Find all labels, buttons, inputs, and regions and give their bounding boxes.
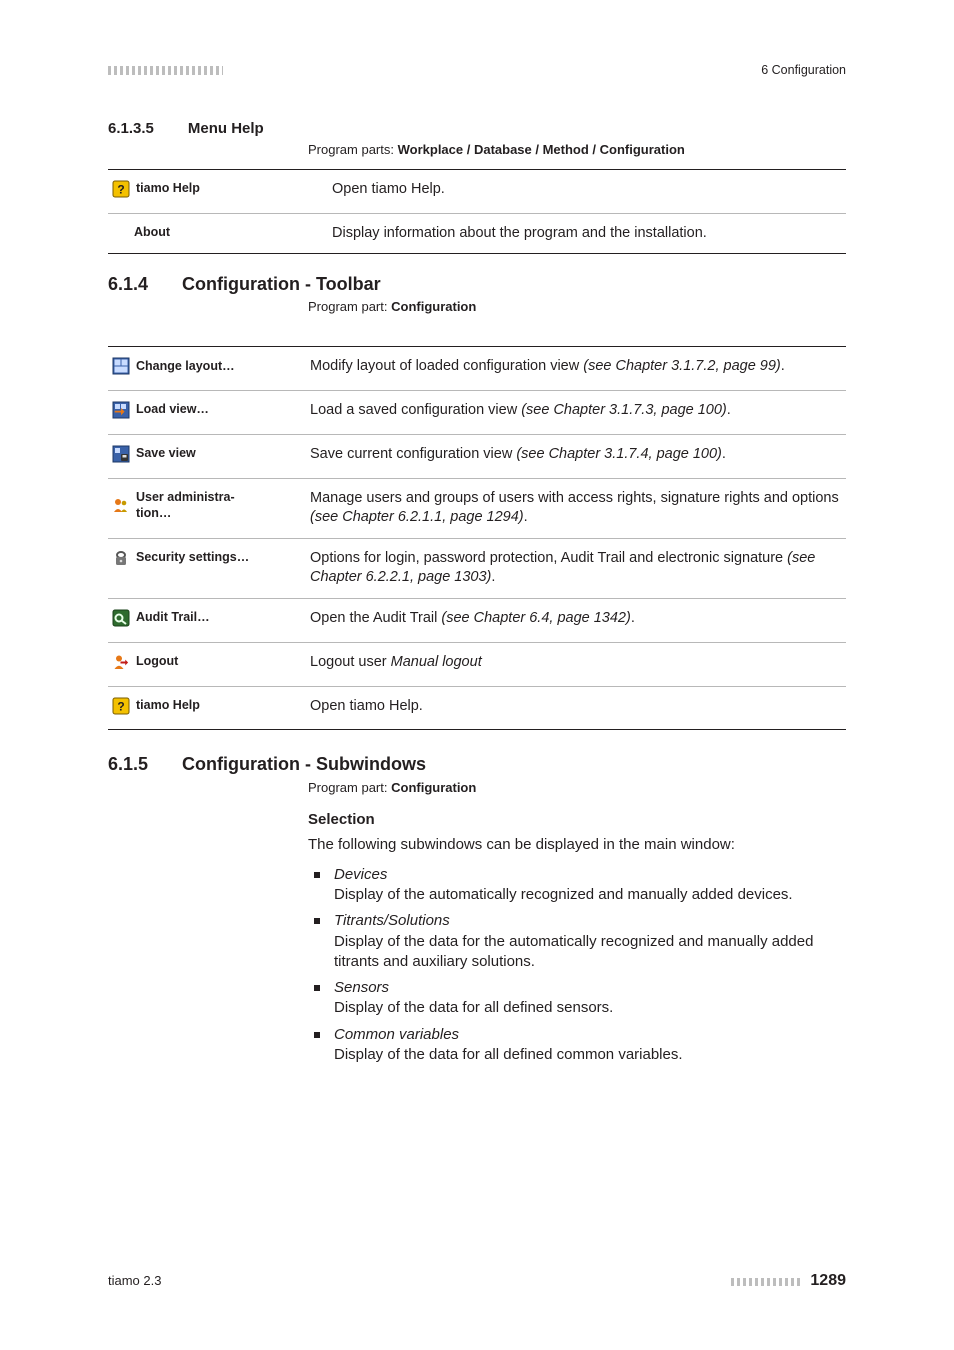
toolbar-item-desc: Logout user Manual logout	[306, 642, 846, 686]
table-row: User administra- tion… Manage users and g…	[108, 478, 846, 538]
toolbar-item-desc: Save current configuration view (see Cha…	[306, 434, 846, 478]
list-item: Common variablesDisplay of the data for …	[330, 1025, 846, 1066]
heading-title: Configuration - Subwindows	[182, 752, 426, 776]
toolbar-item-desc: Modify layout of loaded configuration vi…	[306, 347, 846, 390]
program-part-line: Program part: Configuration	[308, 779, 846, 797]
help-menu-table: tiamo Help Open tiamo Help. About Displa…	[108, 170, 846, 253]
divider	[108, 729, 846, 730]
heading-title: Configuration - Toolbar	[182, 272, 381, 296]
security-icon	[112, 549, 130, 567]
list-item: Titrants/SolutionsDisplay of the data fo…	[330, 911, 846, 972]
menu-item-desc: Open tiamo Help.	[328, 170, 846, 213]
toolbar-item-label: Logout	[136, 653, 178, 670]
users-icon	[112, 496, 130, 514]
toolbar-item-label: Audit Trail…	[136, 609, 210, 626]
footer-product: tiamo 2.3	[108, 1272, 161, 1290]
list-item-term: Common variables	[334, 1025, 846, 1045]
layout-icon	[112, 357, 130, 375]
header-chapter: 6 Configuration	[761, 62, 846, 79]
heading-number: 6.1.5	[108, 752, 148, 776]
table-row: Logout Logout user Manual logout	[108, 642, 846, 686]
heading-6135: 6.1.3.5 Menu Help	[108, 119, 846, 139]
toolbar-item-desc: Manage users and groups of users with ac…	[306, 478, 846, 538]
menu-item-label: About	[134, 225, 170, 239]
menu-item-label: tiamo Help	[136, 180, 200, 197]
program-part-line: Program part: Configuration	[308, 298, 846, 316]
toolbar-item-label: Security settings…	[136, 549, 249, 566]
table-row: Save view Save current configuration view…	[108, 434, 846, 478]
toolbar-item-desc: Load a saved configuration view (see Cha…	[306, 390, 846, 434]
heading-615: 6.1.5 Configuration - Subwindows	[108, 752, 846, 776]
divider	[108, 253, 846, 254]
subwindow-list: DevicesDisplay of the automatically reco…	[308, 865, 846, 1065]
footer-ornament	[731, 1278, 801, 1286]
toolbar-table: Change layout… Modify layout of loaded co…	[108, 347, 846, 730]
list-item-desc: Display of the data for the automaticall…	[334, 932, 846, 973]
list-item: SensorsDisplay of the data for all defin…	[330, 978, 846, 1019]
heading-title: Menu Help	[188, 119, 264, 139]
table-row: Audit Trail… Open the Audit Trail (see Ch…	[108, 598, 846, 642]
list-item-desc: Display of the data for all defined sens…	[334, 998, 846, 1018]
program-parts-line: Program parts: Workplace / Database / Me…	[308, 141, 846, 159]
heading-number: 6.1.3.5	[108, 119, 154, 139]
list-item-term: Devices	[334, 865, 846, 885]
heading-614: 6.1.4 Configuration - Toolbar	[108, 272, 846, 296]
toolbar-item-label: User administra- tion…	[136, 489, 235, 523]
heading-number: 6.1.4	[108, 272, 148, 296]
toolbar-item-desc: Options for login, password protection, …	[306, 538, 846, 598]
selection-heading: Selection	[308, 810, 846, 830]
table-row: tiamo Help Open tiamo Help.	[108, 170, 846, 213]
list-item-term: Sensors	[334, 978, 846, 998]
toolbar-item-label: Load view…	[136, 401, 209, 418]
list-item-desc: Display of the data for all defined comm…	[334, 1045, 846, 1065]
help-icon	[112, 180, 130, 198]
toolbar-item-desc: Open the Audit Trail (see Chapter 6.4, p…	[306, 598, 846, 642]
toolbar-item-desc: Open tiamo Help.	[306, 686, 846, 729]
audit-icon	[112, 609, 130, 627]
list-item-desc: Display of the automatically recognized …	[334, 885, 846, 905]
selection-intro: The following subwindows can be displaye…	[308, 835, 846, 855]
table-row: Load view… Load a saved configuration vie…	[108, 390, 846, 434]
toolbar-item-label: Save view	[136, 445, 196, 462]
save-icon	[112, 445, 130, 463]
help-icon	[112, 697, 130, 715]
table-row: About Display information about the prog…	[108, 213, 846, 253]
page-number: 1289	[810, 1272, 846, 1289]
logout-icon	[112, 653, 130, 671]
table-row: tiamo Help Open tiamo Help.	[108, 686, 846, 729]
menu-item-desc: Display information about the program an…	[328, 213, 846, 253]
table-row: Change layout… Modify layout of loaded co…	[108, 347, 846, 390]
load-icon	[112, 401, 130, 419]
header-ornament	[108, 66, 223, 75]
toolbar-item-label: Change layout…	[136, 358, 235, 375]
toolbar-item-label: tiamo Help	[136, 697, 200, 714]
page-footer: tiamo 2.3 1289	[108, 1270, 846, 1292]
table-row: Security settings… Options for login, pas…	[108, 538, 846, 598]
page-header: 6 Configuration	[108, 62, 846, 79]
list-item: DevicesDisplay of the automatically reco…	[330, 865, 846, 906]
list-item-term: Titrants/Solutions	[334, 911, 846, 931]
